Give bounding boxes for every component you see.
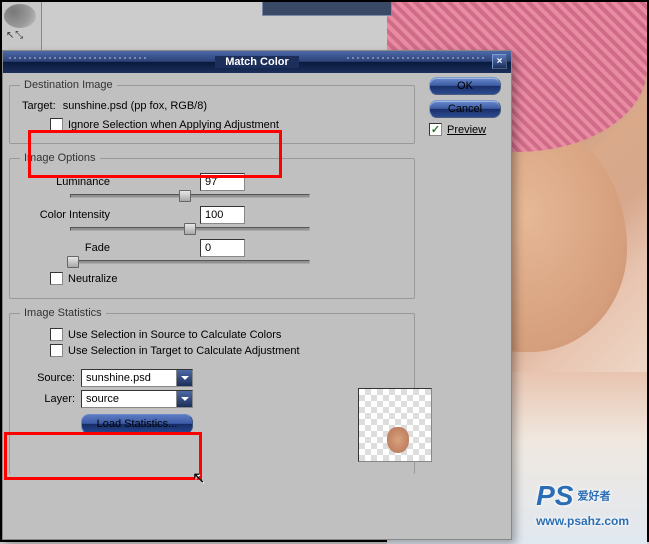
target-value: sunshine.psd (pp fox, RGB/8) — [63, 100, 207, 112]
ignore-checkbox[interactable] — [50, 118, 63, 131]
destination-group: Destination Image Target: sunshine.psd (… — [9, 79, 415, 144]
luminance-slider[interactable] — [70, 194, 310, 198]
layer-value: source — [82, 393, 176, 405]
layer-label: Layer: — [20, 393, 75, 405]
watermark: PS爱好者 www.psahz.com — [536, 480, 629, 528]
preview-label: Preview — [447, 124, 486, 136]
tool-arrows-icon[interactable]: ↖ ⤡ — [6, 30, 37, 41]
canvas-tab — [262, 2, 392, 16]
neutralize-label: Neutralize — [68, 273, 118, 285]
use-target-label: Use Selection in Target to Calculate Adj… — [68, 345, 300, 357]
ok-button[interactable]: OK — [429, 77, 501, 95]
use-source-checkbox[interactable] — [50, 328, 63, 341]
layer-combo[interactable]: source — [81, 390, 193, 408]
fade-label: Fade — [20, 242, 110, 254]
brush-preview-icon — [4, 4, 36, 28]
cancel-button[interactable]: Cancel — [429, 100, 501, 118]
tool-strip: ↖ ⤡ — [2, 2, 42, 50]
source-label: Source: — [20, 372, 75, 384]
source-combo[interactable]: sunshine.psd — [81, 369, 193, 387]
close-icon[interactable]: × — [492, 54, 507, 69]
fade-input[interactable]: 0 — [200, 239, 245, 257]
use-target-checkbox[interactable] — [50, 344, 63, 357]
use-source-label: Use Selection in Source to Calculate Col… — [68, 329, 281, 341]
ignore-label: Ignore Selection when Applying Adjustmen… — [68, 119, 279, 131]
intensity-label: Color Intensity — [20, 209, 110, 221]
intensity-slider[interactable] — [70, 227, 310, 231]
match-color-dialog: Match Color × OK Cancel ✓ Preview Destin… — [2, 50, 512, 540]
target-label: Target: — [22, 100, 56, 112]
chevron-down-icon[interactable] — [176, 370, 192, 386]
destination-legend: Destination Image — [20, 79, 117, 91]
fade-slider[interactable] — [70, 260, 310, 264]
stats-legend: Image Statistics — [20, 307, 106, 319]
luminance-label: Luminance — [20, 176, 110, 188]
source-thumbnail — [358, 388, 432, 462]
chevron-down-icon[interactable] — [176, 391, 192, 407]
titlebar[interactable]: Match Color × — [3, 51, 511, 73]
image-options-group: Image Options Luminance 97 Color Intensi… — [9, 152, 415, 299]
load-statistics-button[interactable]: Load Statistics... — [81, 414, 193, 434]
preview-checkbox[interactable]: ✓ — [429, 123, 442, 136]
source-value: sunshine.psd — [82, 372, 176, 384]
neutralize-checkbox[interactable] — [50, 272, 63, 285]
luminance-input[interactable]: 97 — [200, 173, 245, 191]
dialog-title: Match Color — [215, 56, 299, 68]
options-legend: Image Options — [20, 152, 100, 164]
image-statistics-group: Image Statistics Use Selection in Source… — [9, 307, 415, 474]
intensity-input[interactable]: 100 — [200, 206, 245, 224]
